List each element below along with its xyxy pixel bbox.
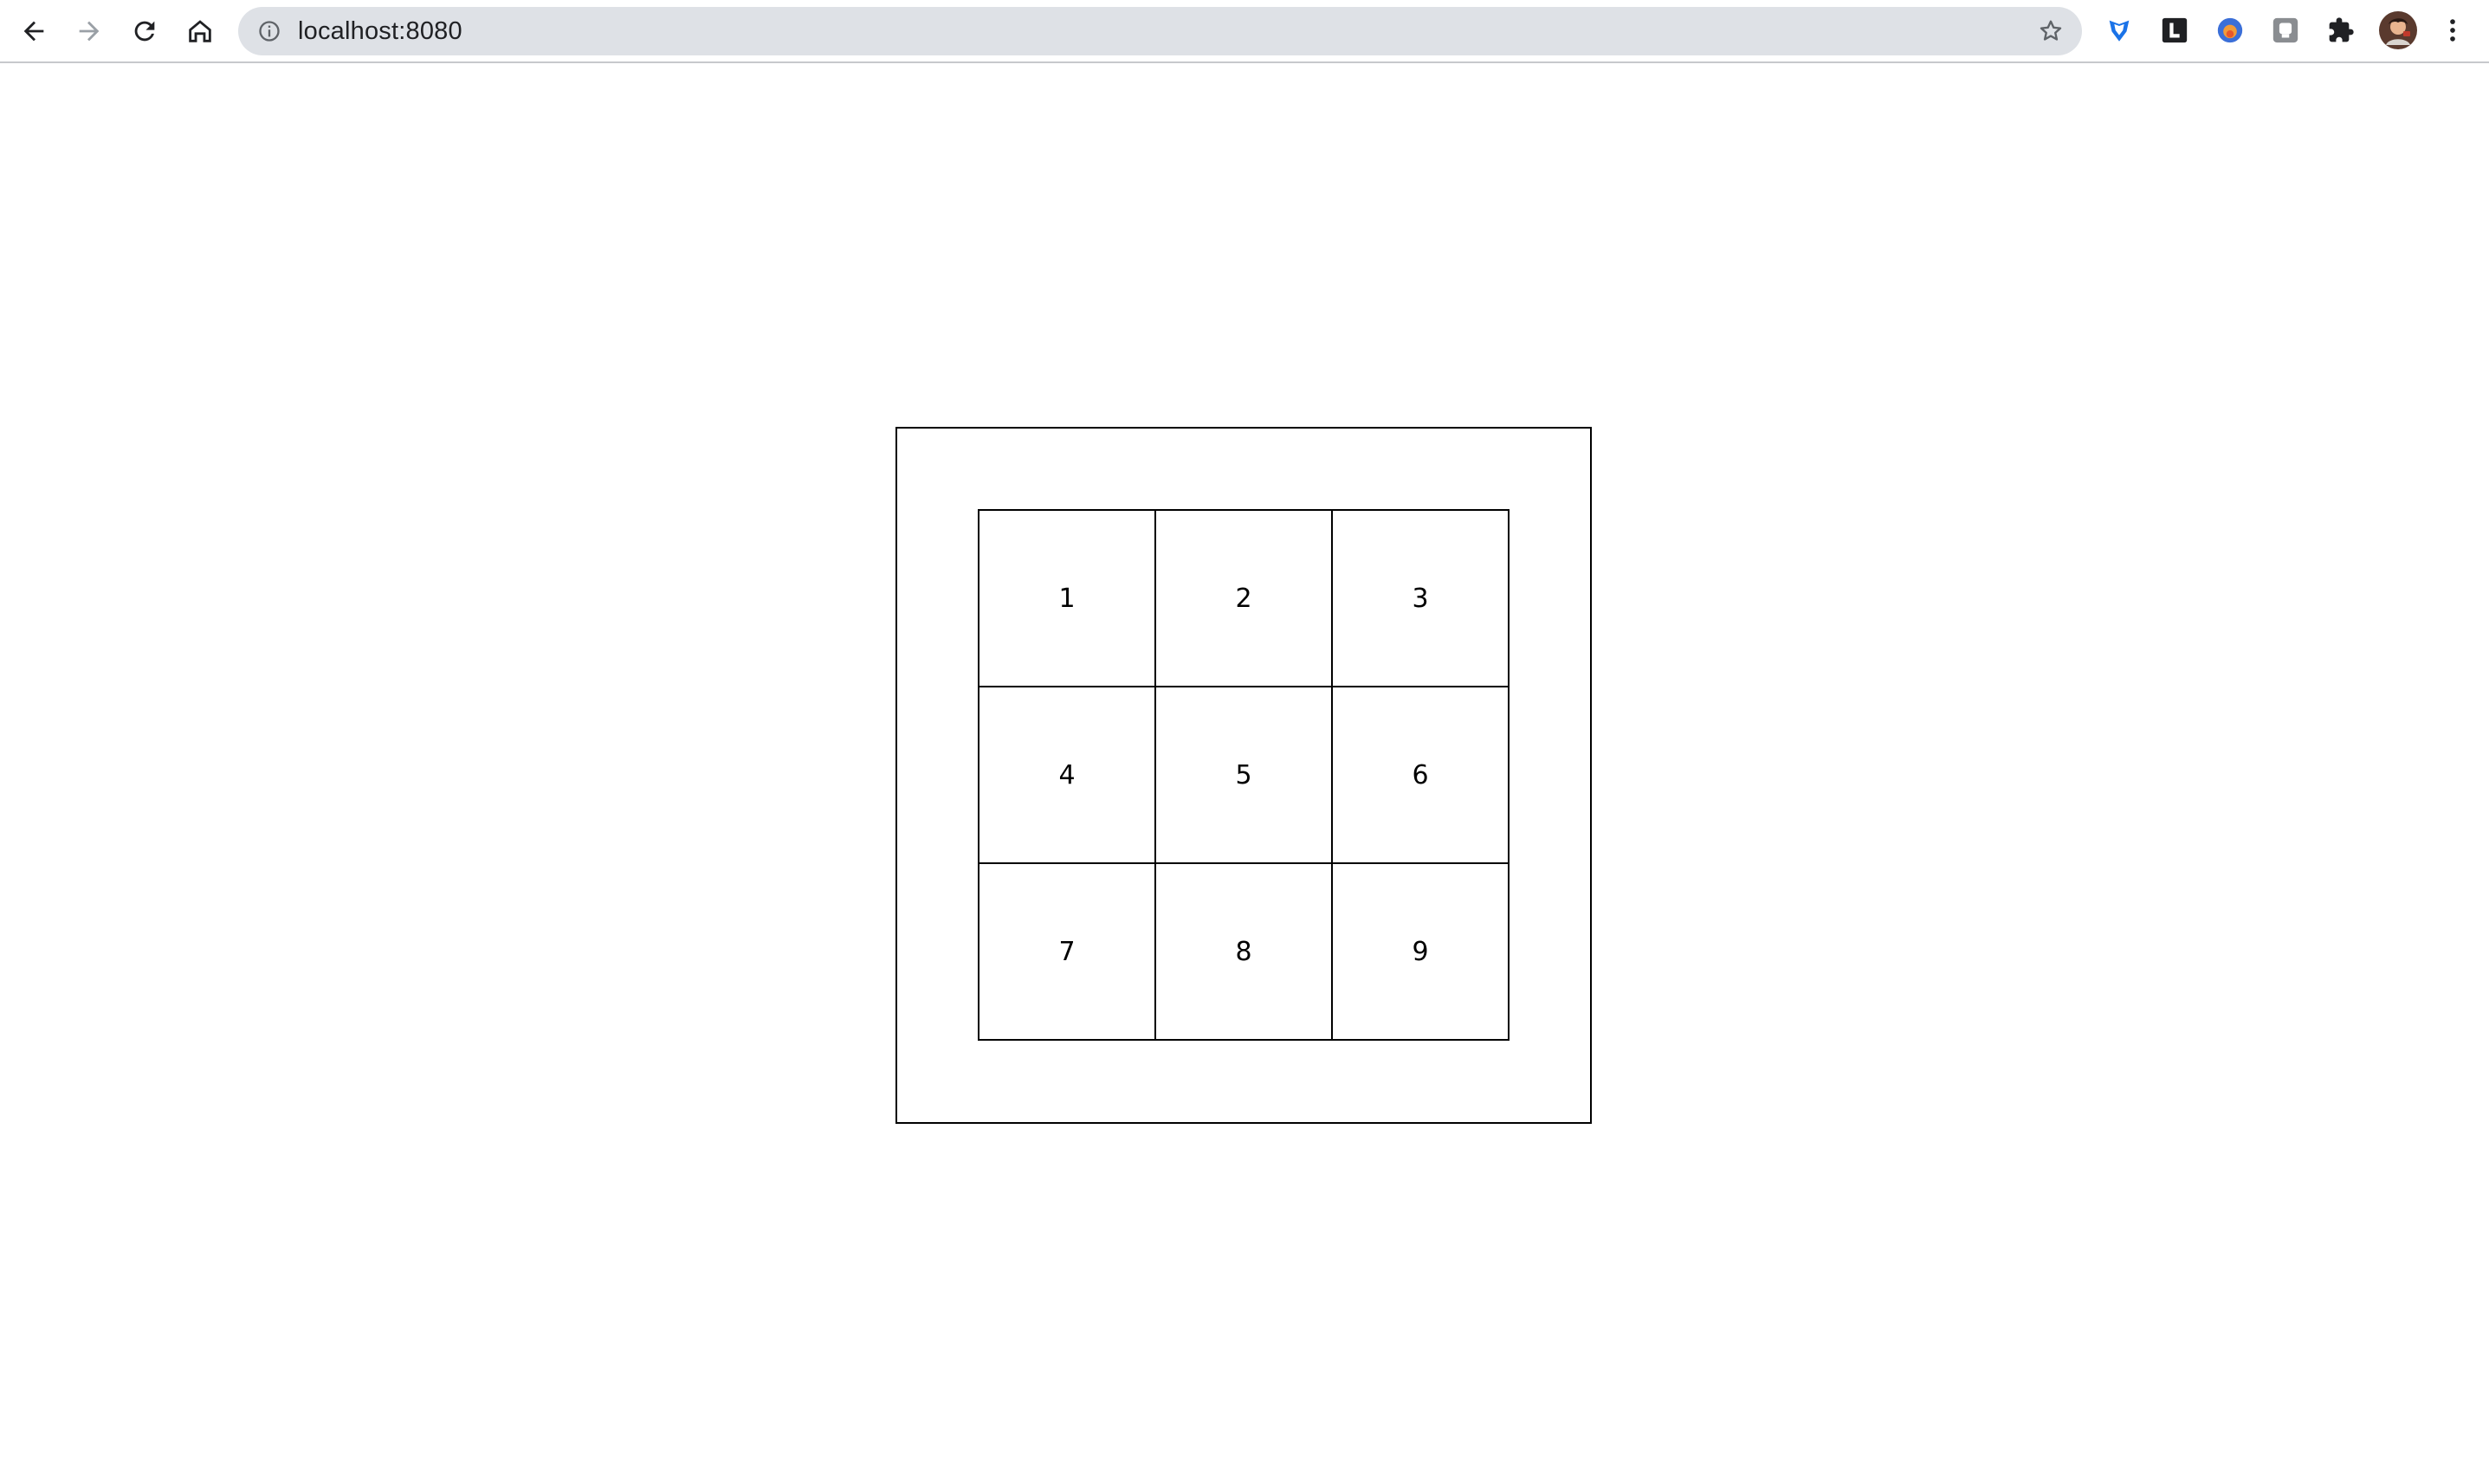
grid-cell-8[interactable]: 8 (1154, 862, 1333, 1041)
l-extension-icon[interactable] (2158, 14, 2191, 47)
home-icon (189, 20, 211, 42)
kebab-menu-icon (2450, 19, 2455, 42)
grid-cell-5[interactable]: 5 (1154, 686, 1333, 864)
url-text: localhost:8080 (298, 17, 462, 45)
grid-cell-9[interactable]: 9 (1331, 862, 1510, 1041)
reload-icon (134, 21, 155, 42)
back-arrow-icon (23, 21, 44, 42)
browser-toolbar: localhost:8080 (0, 0, 2489, 63)
forward-arrow-icon (79, 21, 100, 42)
star-icon[interactable] (2037, 17, 2065, 45)
reload-button[interactable] (125, 11, 165, 51)
puzzle-extensions-icon[interactable] (2324, 14, 2357, 47)
avatar[interactable] (2378, 10, 2418, 50)
grid-cell-4[interactable]: 4 (978, 686, 1156, 864)
grid-cell-7[interactable]: 7 (978, 862, 1156, 1041)
grid-cell-6[interactable]: 6 (1331, 686, 1510, 864)
forward-button[interactable] (69, 11, 109, 51)
home-button[interactable] (180, 11, 220, 51)
grid-cell-3[interactable]: 3 (1331, 509, 1510, 687)
address-bar[interactable]: localhost:8080 (238, 7, 2082, 55)
grid-cell-1[interactable]: 1 (978, 509, 1156, 687)
kebab-menu-button[interactable] (2436, 14, 2469, 47)
grey-extension-icon[interactable] (2269, 14, 2302, 47)
number-grid: 1 2 3 4 5 6 7 8 9 (978, 509, 1510, 1041)
shield-extension-icon[interactable] (2103, 14, 2136, 47)
fox-extension-icon[interactable] (2214, 14, 2247, 47)
info-icon[interactable] (257, 19, 281, 43)
back-button[interactable] (14, 11, 54, 51)
grid-cell-2[interactable]: 2 (1154, 509, 1333, 687)
